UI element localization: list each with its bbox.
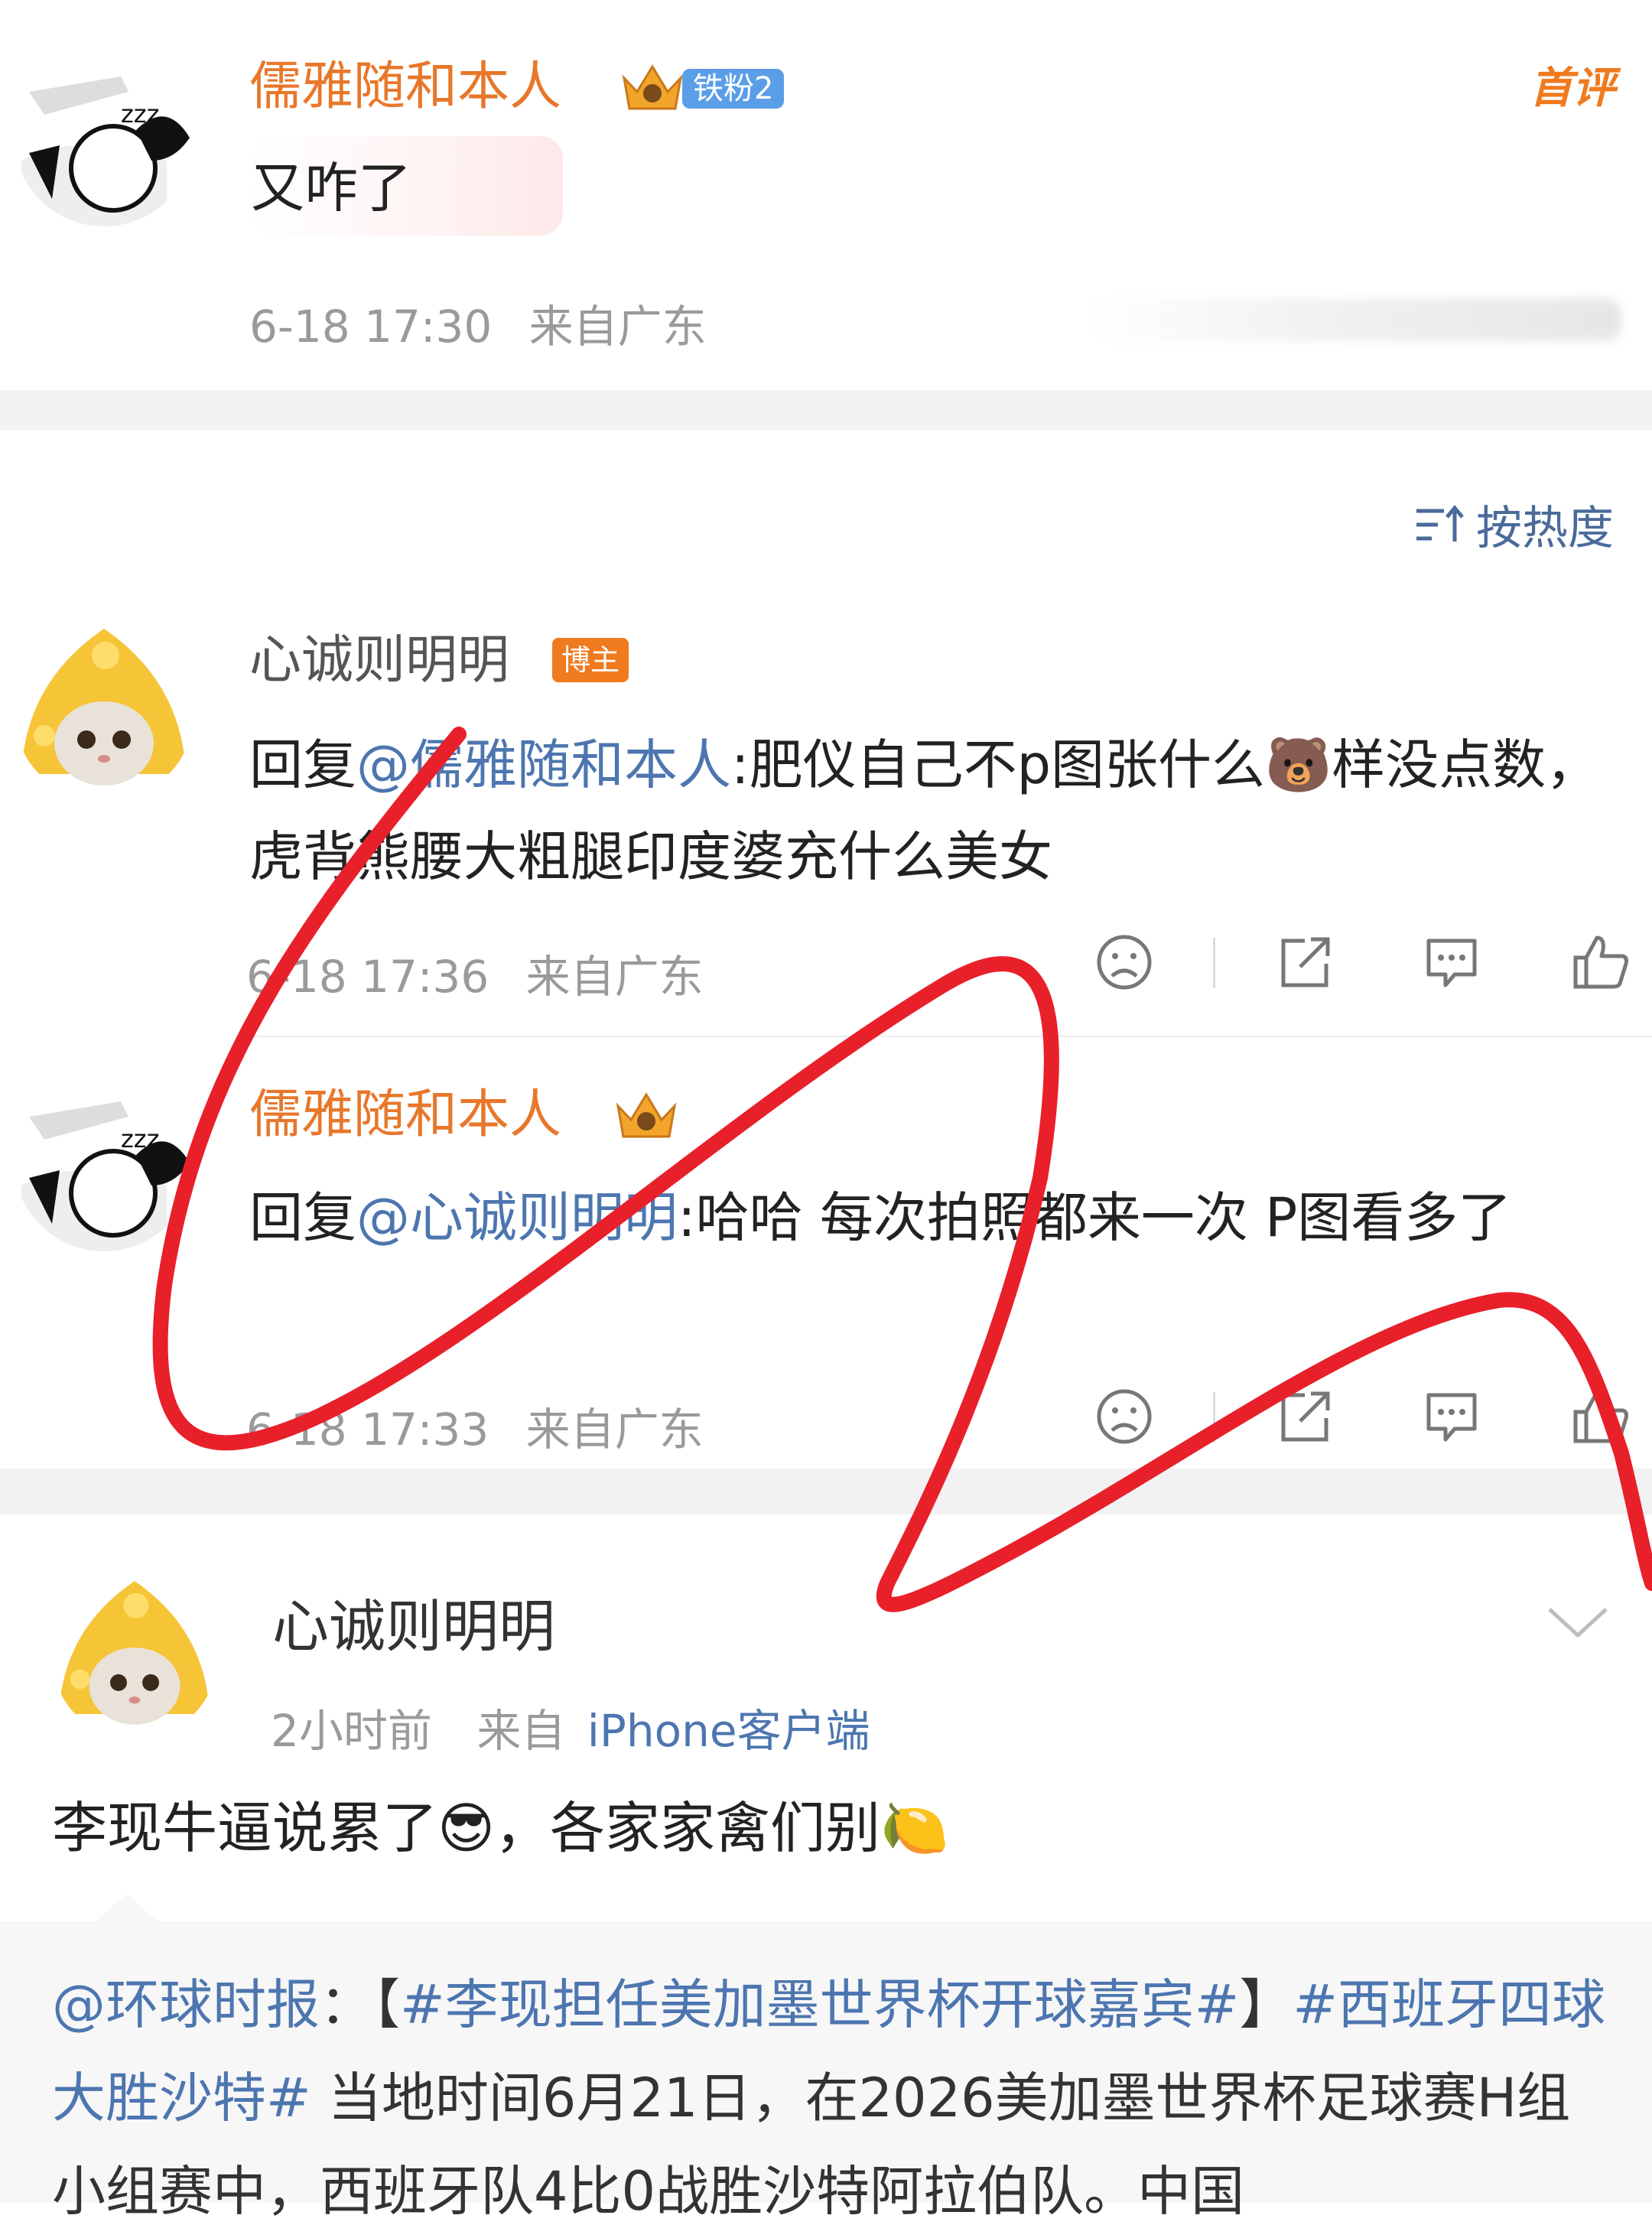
- reply-location: 来自广东: [525, 951, 704, 1003]
- post-source-prefix: 来自: [476, 1705, 566, 1757]
- avatar[interactable]: zzz: [14, 1071, 194, 1251]
- quoted-bracket-open: 【: [373, 1973, 400, 2036]
- cat-cheese-avatar-icon: [52, 1574, 217, 1739]
- dislike-icon[interactable]: [1094, 932, 1155, 993]
- mention-link[interactable]: @儒雅随和本人: [356, 734, 731, 796]
- commenter-username[interactable]: 儒雅随和本人: [249, 61, 561, 113]
- fan-level-badge: 铁粉2: [682, 69, 785, 109]
- quote-pointer: [92, 1894, 161, 1924]
- crown-badge-icon: [612, 1083, 681, 1144]
- reply-timestamp: 6-18 17:33: [246, 1404, 489, 1456]
- reply-username[interactable]: 心诚则明明: [249, 635, 509, 687]
- reply-content: 回复@儒雅随和本人:肥仪自己不p图张什么🐻样没点数，虎背熊腰大粗腿印度婆充什么美…: [249, 719, 1618, 903]
- topic-link[interactable]: #李现担任美加墨世界杯开球嘉宾#: [400, 1973, 1239, 2036]
- sort-label: 按热度: [1476, 502, 1614, 555]
- avatar[interactable]: [14, 621, 194, 802]
- share-icon[interactable]: [1274, 1386, 1335, 1447]
- reply-meta: 6-18 17:36 来自广东: [246, 941, 704, 1005]
- comment-location: 来自广东: [528, 301, 707, 353]
- section-divider: [0, 1469, 1652, 1514]
- post-time: 2小时前: [271, 1705, 432, 1757]
- blurred-region: [1086, 298, 1621, 341]
- cat-cheese-avatar-icon: [14, 621, 194, 802]
- comment-icon[interactable]: [1421, 1386, 1482, 1447]
- section-divider: [0, 390, 1652, 430]
- reply-content: 回复@心诚则明明:哈哈 每次拍照都来一次 P图看多了: [249, 1172, 1618, 1264]
- like-icon[interactable]: [1569, 932, 1631, 993]
- reply-meta: 6-18 17:33 来自广东: [246, 1394, 704, 1458]
- reply-prefix: 回复: [249, 734, 356, 796]
- post-source-client[interactable]: iPhone客户端: [587, 1705, 870, 1757]
- post-username[interactable]: 心诚则明明: [272, 1599, 555, 1655]
- comment-time: 6-18 17:30 来自广东: [249, 291, 707, 355]
- first-comment-badge: 首评: [1530, 63, 1615, 113]
- author-badge: 博主: [552, 638, 629, 682]
- sleeping-cartoon-avatar-icon: zzz: [14, 46, 194, 226]
- sort-icon: [1416, 504, 1464, 542]
- quoted-bracket-close: 】: [1239, 1973, 1293, 2036]
- reply-text: :哈哈 每次拍照都来一次 P图看多了: [678, 1186, 1512, 1249]
- share-icon[interactable]: [1274, 932, 1335, 993]
- action-separator: [1213, 938, 1215, 988]
- post-text: 李现牛逼说累了😎，各家家禽们别🍋: [52, 1796, 949, 1860]
- avatar[interactable]: [52, 1574, 217, 1739]
- crown-badge-icon: [618, 55, 687, 116]
- comment-icon[interactable]: [1421, 932, 1482, 993]
- comment-timestamp: 6-18 17:30: [249, 301, 493, 353]
- sleeping-cartoon-avatar-icon: zzz: [14, 1071, 194, 1251]
- svg-text:zzz: zzz: [121, 99, 159, 128]
- svg-text:zzz: zzz: [121, 1124, 159, 1153]
- reply-location: 来自广东: [525, 1404, 704, 1456]
- reply-username[interactable]: 儒雅随和本人: [249, 1089, 561, 1141]
- chevron-down-icon[interactable]: [1545, 1599, 1611, 1644]
- action-separator: [1213, 1392, 1215, 1443]
- quoted-text: @环球时报：【#李现担任美加墨世界杯开球嘉宾#】#西班牙四球大胜沙特# 当地时间…: [52, 1958, 1620, 2238]
- reply-divider: [249, 1036, 1652, 1037]
- like-icon[interactable]: [1569, 1386, 1631, 1447]
- reply-timestamp: 6-18 17:36: [246, 951, 489, 1003]
- avatar[interactable]: zzz: [14, 46, 194, 226]
- sort-by-hot-button[interactable]: 按热度: [1413, 491, 1614, 558]
- comment-text: 又咋了: [251, 157, 411, 220]
- reply-prefix: 回复: [249, 1186, 356, 1249]
- quoted-colon: ：: [320, 1973, 373, 2036]
- mention-link[interactable]: @心诚则明明: [356, 1186, 678, 1249]
- dislike-icon[interactable]: [1094, 1386, 1155, 1447]
- post-meta: 2小时前 来自 iPhone客户端: [271, 1695, 870, 1759]
- quoted-author-link[interactable]: @环球时报: [52, 1973, 320, 2036]
